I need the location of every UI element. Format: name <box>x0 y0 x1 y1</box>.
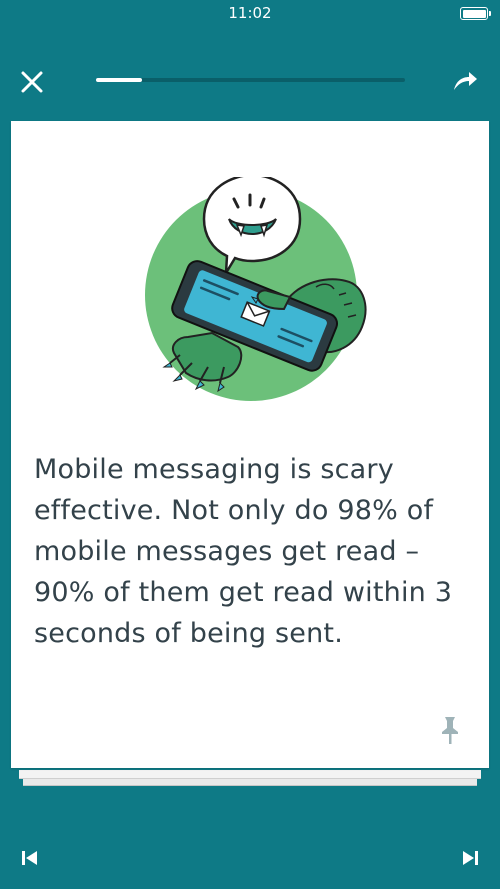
status-time: 11:02 <box>228 4 272 22</box>
pin-button[interactable] <box>439 715 461 745</box>
card-stack-layer <box>23 778 477 786</box>
close-button[interactable] <box>18 68 46 96</box>
card-stack-layer <box>19 770 481 779</box>
close-icon <box>21 71 43 93</box>
status-bar: 11:02 <box>0 0 500 28</box>
progress-bar <box>96 78 405 82</box>
monster-phone-illustration <box>145 177 367 401</box>
battery-icon <box>460 7 491 20</box>
share-button[interactable] <box>450 66 480 96</box>
pin-icon <box>442 717 458 744</box>
skip-next-icon <box>463 851 478 865</box>
progress-fill <box>96 78 143 82</box>
share-arrow-icon <box>454 72 477 90</box>
story-card: Mobile messaging is scary effective. Not… <box>11 121 489 768</box>
previous-button[interactable] <box>20 848 40 868</box>
skip-previous-icon <box>22 851 37 865</box>
card-text: Mobile messaging is scary effective. Not… <box>34 454 453 649</box>
next-button[interactable] <box>460 848 480 868</box>
